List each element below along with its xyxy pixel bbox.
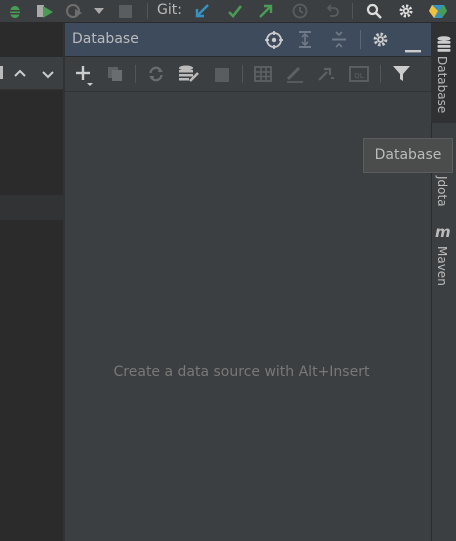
vcs-commit-icon[interactable] [225,0,245,22]
tooltip: Database [363,138,453,173]
add-icon[interactable] [75,65,95,91]
query-console-icon[interactable]: QL [349,66,369,86]
tool-tab-jdota[interactable]: Jdota [431,172,456,212]
vcs-update-icon[interactable] [192,0,212,22]
database-toolbar: QL [65,57,431,92]
main-toolbar: Git: [0,0,456,23]
caret-marker [0,66,3,79]
editor-toolbar [0,57,64,90]
dropdown-icon[interactable] [92,0,106,22]
collapse-all-icon[interactable] [331,31,347,52]
editor-area [0,23,64,541]
refresh-icon[interactable] [148,66,164,86]
filter-icon[interactable] [393,66,410,86]
database-panel-header: Database [65,23,431,57]
expand-all-icon[interactable] [297,31,313,52]
toolbar-separator [380,65,381,83]
tool-tab-label: Jdota [435,176,449,207]
table-editor-icon[interactable] [254,66,272,86]
toolbar-separator [147,3,148,19]
toolbox-icon[interactable] [427,0,449,22]
panel-title: Database [72,31,139,47]
maven-icon: m [435,223,451,241]
debug-icon[interactable] [4,0,26,22]
chevron-down-icon[interactable] [42,65,54,84]
database-icon [437,36,451,56]
stop-icon[interactable] [117,0,133,22]
tool-tab-maven[interactable]: m Maven [431,222,456,292]
toolbar-separator [352,3,353,19]
search-icon[interactable] [363,0,385,22]
editor-highlight-row [0,195,64,220]
settings-icon[interactable] [395,0,417,22]
svg-text:QL: QL [354,72,364,80]
tool-tab-label: Database [435,56,449,114]
toolbar-separator [135,65,136,83]
locate-icon[interactable] [265,31,283,53]
git-label: Git: [157,2,182,18]
history-icon[interactable] [290,0,310,22]
run-coverage-icon[interactable] [33,0,57,22]
db-properties-icon[interactable] [178,65,200,87]
tooltip-text: Database [374,147,442,163]
gear-icon[interactable] [372,31,389,52]
edit-icon[interactable] [286,66,304,87]
vcs-push-icon[interactable] [256,0,276,22]
stop-icon[interactable] [215,67,229,86]
duplicate-icon[interactable] [107,66,123,86]
empty-state-text: Create a data source with Alt+Insert [113,364,370,380]
hide-icon[interactable] [405,38,421,57]
chevron-up-icon[interactable] [14,65,26,84]
jump-icon[interactable] [317,66,335,86]
header-separator [360,30,361,49]
toolbar-separator [242,65,243,83]
tool-tab-database[interactable]: Database [431,23,456,123]
tool-tab-label: Maven [435,246,449,286]
profile-icon[interactable] [64,0,86,22]
rollback-icon[interactable] [322,0,342,22]
